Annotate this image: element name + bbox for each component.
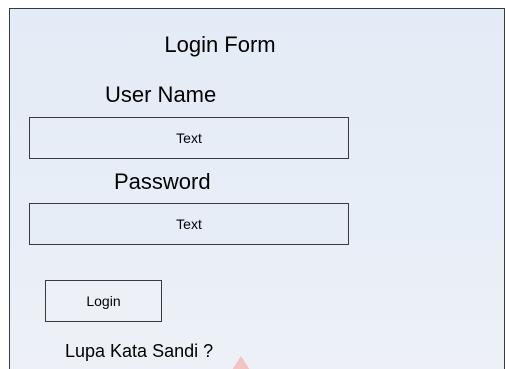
forgot-password-link[interactable]: Lupa Kata Sandi ? — [65, 340, 213, 362]
username-label: User Name — [105, 82, 217, 107]
login-button[interactable]: Login — [45, 280, 162, 322]
password-input[interactable] — [29, 203, 349, 245]
login-form-panel: Login Form User Name Password Login Lupa… — [9, 8, 505, 369]
watermark-arrow-icon — [232, 356, 250, 369]
username-input[interactable] — [29, 117, 349, 159]
password-label: Password — [114, 169, 211, 194]
form-title: Login Form — [164, 32, 276, 57]
